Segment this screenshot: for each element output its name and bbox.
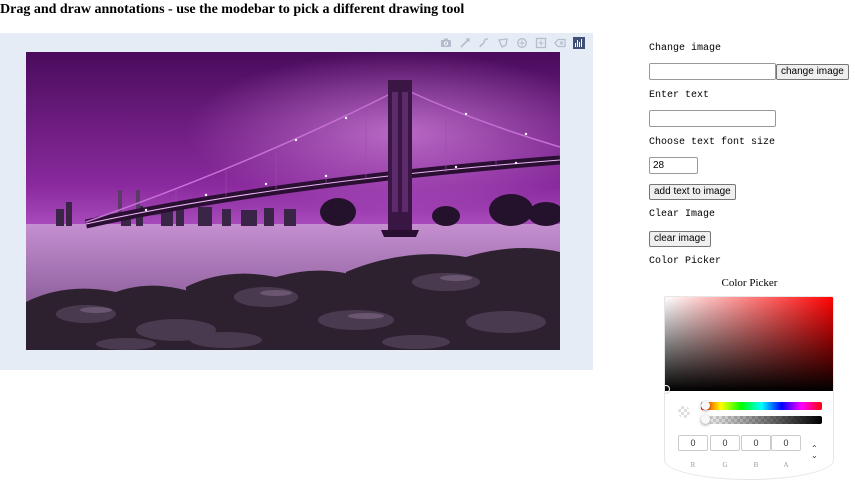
camera-icon[interactable] [436, 36, 455, 50]
blue-label: B [753, 461, 759, 469]
format-toggle-icon[interactable]: ⌃ ⌄ [811, 445, 818, 460]
draw-line-icon[interactable] [455, 36, 474, 50]
color-picker: 0 0 0 0 R G B A ⌃ ⌄ [664, 296, 834, 480]
draw-rectangle-icon[interactable] [531, 36, 550, 50]
font-size-input[interactable]: 28 [649, 157, 698, 174]
green-label: G [722, 461, 728, 469]
modebar [436, 36, 588, 50]
enter-text-label: Enter text [649, 90, 710, 101]
enter-text-input[interactable] [649, 110, 776, 127]
draw-circle-icon[interactable] [512, 36, 531, 50]
draw-closed-path-icon[interactable] [493, 36, 512, 50]
alpha-slider[interactable] [701, 415, 822, 424]
hue-slider[interactable] [701, 401, 822, 410]
blue-field[interactable]: 0 [741, 435, 771, 451]
font-size-label: Choose text font size [649, 137, 776, 148]
add-text-button[interactable]: add text to image [649, 184, 736, 200]
erase-shape-icon[interactable] [550, 36, 569, 50]
hue-knob[interactable] [701, 401, 710, 410]
red-label: R [690, 461, 696, 469]
change-image-button[interactable]: change image [776, 64, 849, 80]
alpha-knob[interactable] [701, 415, 710, 424]
draw-freehand-icon[interactable] [474, 36, 493, 50]
alpha-field[interactable]: 0 [771, 435, 801, 451]
color-picker-title: Color Picker [721, 277, 778, 289]
color-picker-label: Color Picker [649, 256, 722, 267]
saturation-area[interactable] [665, 297, 833, 393]
bridge-image [26, 52, 560, 350]
saturation-pointer[interactable] [665, 385, 670, 393]
page-title: Drag and draw annotations - use the mode… [0, 2, 465, 17]
clear-image-label: Clear Image [649, 209, 716, 220]
color-swatch [678, 406, 690, 418]
change-image-label: Change image [649, 43, 722, 54]
change-image-input[interactable] [649, 63, 776, 80]
red-field[interactable]: 0 [678, 435, 708, 451]
clear-image-button[interactable]: clear image [649, 231, 711, 247]
plotly-logo[interactable] [569, 36, 588, 50]
green-field[interactable]: 0 [710, 435, 740, 451]
alpha-label: A [783, 461, 789, 469]
